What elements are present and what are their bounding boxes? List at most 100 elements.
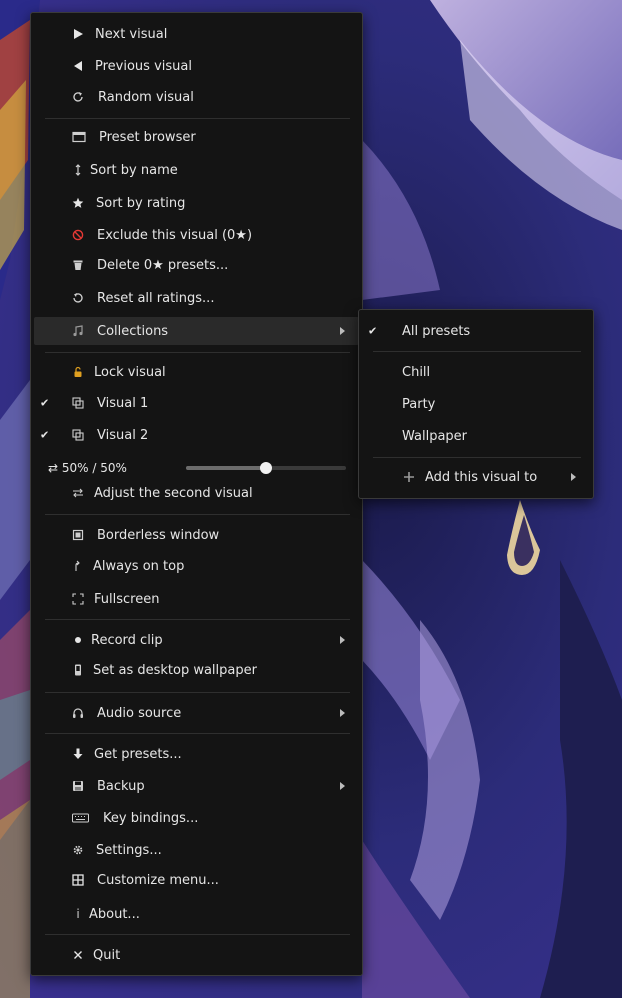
backup-label: Backup	[97, 778, 145, 794]
close-icon	[71, 948, 85, 962]
add-visual-to-item[interactable]: Add this visual to	[362, 463, 590, 491]
visual-2-label: Visual 2	[97, 427, 149, 443]
all-presets-label: All presets	[402, 323, 471, 339]
separator	[45, 352, 350, 353]
audio-source-label: Audio source	[97, 705, 182, 721]
previous-visual-item[interactable]: Previous visual	[34, 52, 359, 80]
lock-visual-label: Lock visual	[94, 364, 166, 380]
submenu-arrow-icon	[340, 327, 345, 335]
previous-visual-label: Previous visual	[95, 58, 192, 74]
collections-item[interactable]: Collections	[34, 317, 359, 345]
window-icon	[71, 130, 87, 144]
mix-slider-row: ⇄ 50% / 50%	[34, 456, 359, 480]
key-bindings-item[interactable]: Key bindings...	[34, 804, 359, 832]
quit-label: Quit	[93, 947, 121, 963]
reset-ratings-label: Reset all ratings...	[97, 290, 215, 306]
get-presets-label: Get presets...	[94, 746, 182, 762]
record-clip-label: Record clip	[91, 632, 163, 648]
visual-2-item[interactable]: ✔ Visual 2	[34, 421, 359, 449]
reset-ratings-item[interactable]: Reset all ratings...	[34, 284, 359, 312]
party-collection-item[interactable]: Party	[362, 390, 590, 418]
next-visual-label: Next visual	[95, 26, 168, 42]
headphones-icon	[71, 706, 85, 720]
adjust-second-item[interactable]: Adjust the second visual	[34, 479, 359, 507]
sort-icon	[71, 163, 85, 177]
borderless-item[interactable]: Borderless window	[34, 521, 359, 549]
wallpaper-label: Wallpaper	[402, 428, 468, 444]
collections-submenu: ✔ All presets Chill Party Wallpaper Add …	[358, 309, 594, 499]
sort-by-rating-label: Sort by rating	[96, 195, 186, 211]
visual-1-item[interactable]: ✔ Visual 1	[34, 389, 359, 417]
key-bindings-label: Key bindings...	[103, 810, 199, 826]
add-visual-to-label: Add this visual to	[425, 469, 538, 485]
random-visual-label: Random visual	[98, 89, 194, 105]
disk-icon	[71, 779, 85, 793]
swap-icon	[71, 486, 85, 500]
adjust-second-label: Adjust the second visual	[94, 485, 253, 501]
fullscreen-item[interactable]: Fullscreen	[34, 585, 359, 613]
customize-menu-item[interactable]: Customize menu...	[34, 866, 359, 894]
all-presets-item[interactable]: ✔ All presets	[362, 317, 590, 345]
random-visual-item[interactable]: Random visual	[34, 83, 359, 111]
preset-browser-label: Preset browser	[99, 129, 196, 145]
submenu-arrow-icon	[340, 636, 345, 644]
sort-by-name-item[interactable]: Sort by name	[34, 156, 359, 184]
checkmark-icon: ✔	[40, 428, 50, 442]
collections-label: Collections	[97, 323, 169, 339]
keyboard-icon	[71, 811, 89, 825]
sort-by-name-label: Sort by name	[90, 162, 178, 178]
delete-presets-label: Delete 0★ presets...	[97, 257, 229, 273]
separator	[45, 692, 350, 693]
fullscreen-label: Fullscreen	[94, 591, 160, 607]
next-visual-item[interactable]: Next visual	[34, 20, 359, 48]
download-icon	[71, 747, 85, 761]
desktop-wallpaper-item[interactable]: Set as desktop wallpaper	[34, 656, 359, 684]
backup-item[interactable]: Backup	[34, 772, 359, 800]
record-clip-item[interactable]: Record clip	[34, 626, 359, 654]
desktop-icon	[71, 663, 85, 677]
delete-presets-item[interactable]: Delete 0★ presets...	[34, 251, 359, 279]
get-presets-item[interactable]: Get presets...	[34, 740, 359, 768]
submenu-arrow-icon	[340, 709, 345, 717]
separator	[45, 514, 350, 515]
submenu-arrow-icon	[340, 782, 345, 790]
mix-slider-fill	[186, 466, 266, 470]
mix-slider[interactable]	[186, 462, 346, 474]
separator	[45, 118, 350, 119]
exclude-visual-label: Exclude this visual (0★)	[97, 227, 253, 243]
separator	[373, 351, 581, 352]
preset-browser-item[interactable]: Preset browser	[34, 123, 359, 151]
mix-slider-thumb[interactable]	[260, 462, 272, 474]
separator	[45, 934, 350, 935]
mix-ratio-label: ⇄ 50% / 50%	[48, 461, 127, 475]
rewind-icon	[71, 59, 85, 73]
plus-icon	[402, 470, 416, 484]
settings-item[interactable]: Settings...	[34, 836, 359, 864]
square-icon	[71, 528, 85, 542]
lock-visual-item[interactable]: Lock visual	[34, 358, 359, 386]
separator	[45, 733, 350, 734]
always-on-top-item[interactable]: Always on top	[34, 552, 359, 580]
star-icon	[71, 196, 85, 210]
quit-item[interactable]: Quit	[34, 941, 359, 969]
chill-label: Chill	[402, 364, 431, 380]
separator	[45, 619, 350, 620]
trash-icon	[71, 258, 85, 272]
pin-icon	[71, 559, 85, 573]
fullscreen-icon	[71, 592, 85, 606]
about-item[interactable]: i About...	[34, 900, 359, 928]
sort-by-rating-item[interactable]: Sort by rating	[34, 189, 359, 217]
music-note-icon	[71, 324, 85, 338]
checkmark-icon: ✔	[40, 396, 50, 410]
layers-icon	[71, 428, 85, 442]
separator	[373, 457, 581, 458]
borderless-label: Borderless window	[97, 527, 220, 543]
submenu-arrow-icon	[571, 473, 576, 481]
chill-collection-item[interactable]: Chill	[362, 358, 590, 386]
about-label: About...	[89, 906, 140, 922]
play-icon	[71, 27, 85, 41]
visual-1-label: Visual 1	[97, 395, 149, 411]
wallpaper-collection-item[interactable]: Wallpaper	[362, 422, 590, 450]
audio-source-item[interactable]: Audio source	[34, 699, 359, 727]
exclude-visual-item[interactable]: Exclude this visual (0★)	[34, 221, 359, 249]
